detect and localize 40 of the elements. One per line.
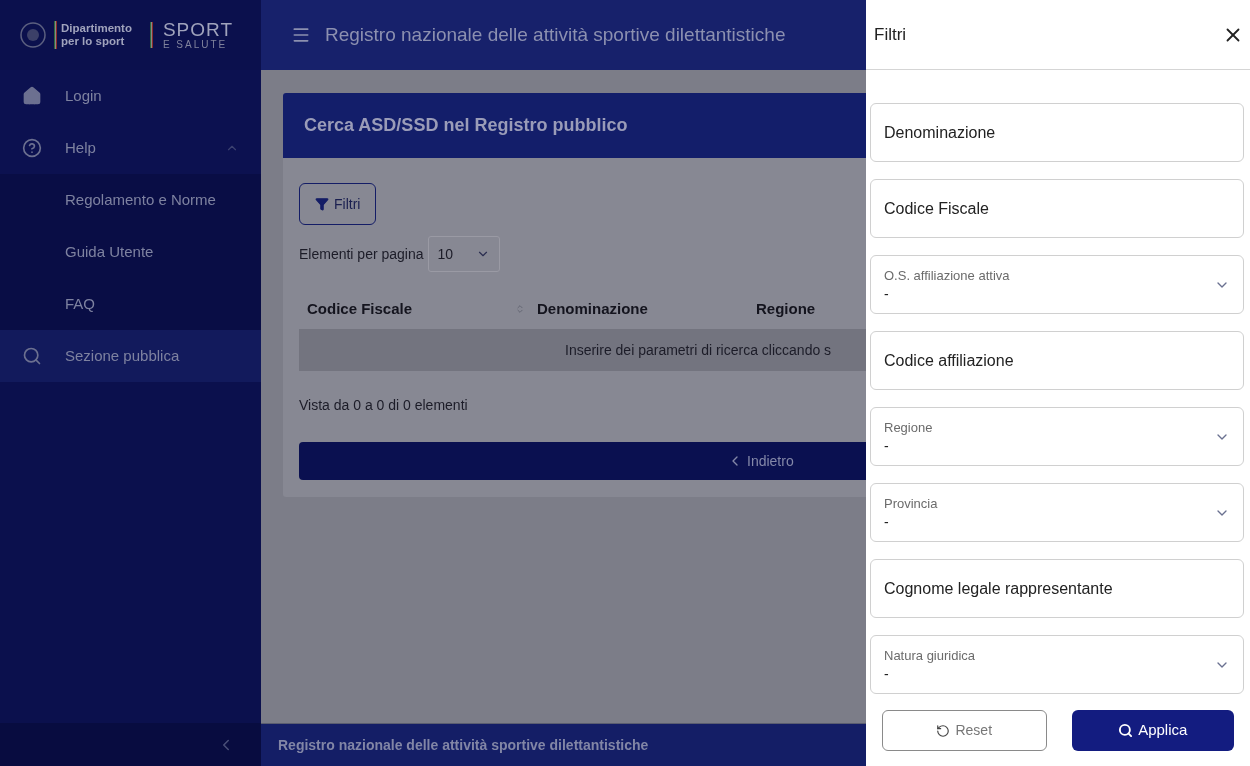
text-field[interactable]: Codice Fiscale [870,179,1244,238]
select-field[interactable]: Provincia - [870,483,1244,542]
footer-text: Registro nazionale delle attività sportive dilettantistiche [278,735,649,755]
text-field[interactable]: Codice affiliazione [870,331,1244,390]
logo-text: per lo sport [61,35,126,48]
sidebar-subitem[interactable]: FAQ [0,278,261,330]
flag-stripe-icon [149,22,153,48]
column-header[interactable]: Denominazione [537,297,748,321]
home-icon [22,86,42,106]
sidebar-subitem[interactable]: Regolamento e Norme [0,174,261,226]
results-summary: Vista da 0 a 0 di 0 elementi [299,396,469,415]
text-field[interactable]: Denominazione [870,103,1244,162]
sidebar-item[interactable]: Sezione pubblica [0,330,261,382]
logo-text: Dipartimento [61,22,132,35]
filter-button[interactable]: Filtri [299,183,377,225]
app-title: Registro nazionale delle attività sportive dilettantistiche [325,22,786,47]
empty-message: Inserire dei parametri di ricerca cliccando s [565,340,832,360]
apply-button[interactable]: Applica [1071,710,1234,751]
select-field[interactable]: Natura giuridica - [870,635,1244,694]
filter-icon [315,197,329,211]
column-header[interactable]: Regione [756,297,866,321]
search-icon [1118,723,1134,738]
brand-text: SPORT [162,20,234,39]
column-header[interactable]: Codice Fiscale [307,297,515,321]
page-size-label: Elementi per pagina [299,244,424,264]
reset-button[interactable]: Reset [882,710,1047,751]
flag-stripe-icon [54,21,57,49]
help-icon [22,138,42,158]
brand-subtext: E SALUTE [162,39,229,50]
drawer-title: Filtri [874,23,907,46]
reset-icon [936,723,951,738]
card-title: Cerca ASD/SSD nel Registro pubblico [304,114,628,137]
text-field[interactable]: Cognome legale rappresentante [870,559,1244,618]
page-size-select[interactable]: 10 [427,236,500,272]
select-field[interactable]: Regione - [870,407,1244,466]
back-button[interactable]: Indietro [299,442,866,480]
select-field[interactable]: O.S. affiliazione attiva - [870,255,1244,314]
menu-icon[interactable] [291,25,311,45]
sidebar-subitem[interactable]: Guida Utente [0,226,261,278]
search-icon [22,346,42,366]
